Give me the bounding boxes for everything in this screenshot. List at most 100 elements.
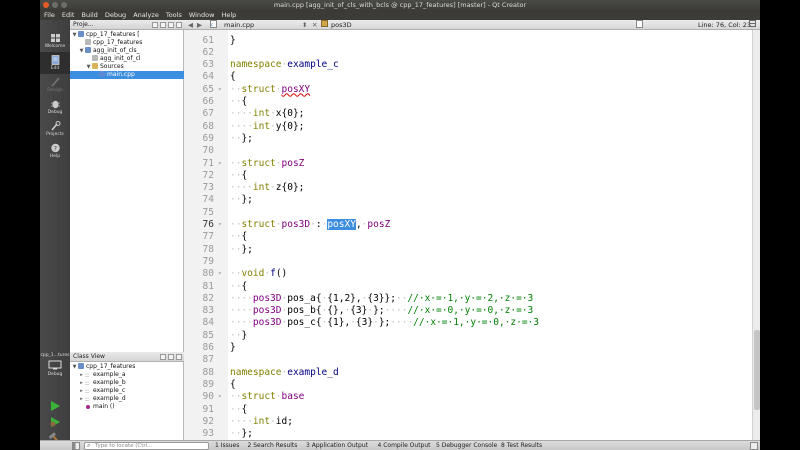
output-tab-3[interactable]: 3 Application Output — [306, 441, 368, 450]
mode-debug-button[interactable]: Debug — [40, 96, 70, 118]
menu-item-help[interactable]: Help — [221, 11, 236, 20]
split-icon[interactable] — [168, 22, 174, 28]
close-window-button[interactable] — [43, 2, 49, 8]
class-tree-item[interactable]: ▸:: example_a — [70, 371, 184, 379]
scrollbar-thumb[interactable] — [754, 330, 760, 410]
project-tree-item[interactable]: ▼ cpp_17_features [ — [70, 31, 184, 39]
cursor-position[interactable]: Line: 76, Col: 23 — [698, 20, 751, 30]
code-line[interactable]: 81 ··{ — [184, 281, 744, 293]
menu-item-tools[interactable]: Tools — [166, 11, 182, 20]
expand-arrow-icon[interactable]: ▸ — [78, 387, 85, 395]
code-line[interactable]: 89 { — [184, 379, 744, 391]
code-line[interactable]: 70 — [184, 145, 744, 157]
code-line[interactable]: 79 — [184, 256, 744, 268]
output-tab-5[interactable]: 5 Debugger Console — [436, 441, 497, 450]
expand-arrow-icon[interactable]: ▼ — [71, 363, 78, 371]
code-line[interactable]: 75 — [184, 207, 744, 219]
code-line[interactable]: 90 ▾ ··struct·base — [184, 391, 744, 403]
code-line[interactable]: 72 ··{ — [184, 170, 744, 182]
code-line[interactable]: 82 ····pos3D·pos_a{·{1,2},·{3}};··//·x·=·… — [184, 293, 744, 305]
class-tree-item[interactable]: ▸:: example_b — [70, 379, 184, 387]
open-file-combo[interactable]: main.cpp — [224, 20, 254, 30]
mode-help-button[interactable]: ? Help — [40, 140, 70, 162]
project-tree-item[interactable]: cpp_17_features — [70, 39, 184, 47]
forward-icon[interactable]: ▶ — [197, 20, 202, 30]
file-combo-chevron-icon[interactable]: ⬍ — [302, 20, 307, 30]
code-line[interactable]: 88 namespace·example_d — [184, 367, 744, 379]
split-editor-icon[interactable] — [749, 20, 756, 30]
code-line[interactable]: 84 ····pos3D·pos_c{·{1},·{3}·};····//·x·=… — [184, 317, 744, 329]
code-line[interactable]: 63 namespace·example_c — [184, 59, 744, 71]
class-tree-item[interactable]: ▸:: example_c — [70, 387, 184, 395]
code-line[interactable]: 83 ····pos3D·pos_b{·{},·{3}·};····//·x·=·… — [184, 305, 744, 317]
mode-welcome-button[interactable]: Welcome — [40, 30, 70, 52]
code-line[interactable]: 65 ▾ ··struct·posXY — [184, 84, 744, 96]
code-line[interactable]: 62 — [184, 47, 744, 59]
code-line[interactable]: 74 ··}; — [184, 194, 744, 206]
close-pane-icon[interactable] — [176, 22, 182, 28]
code-line[interactable]: 61} — [184, 35, 744, 47]
code-line[interactable]: 92 ····int·id; — [184, 416, 744, 428]
class-tree-item[interactable]: main () — [70, 403, 184, 411]
code-line[interactable]: 91 ··{ — [184, 404, 744, 416]
fold-marker-icon[interactable]: ▾ — [218, 84, 222, 96]
class-tree-item[interactable]: ▸:: example_d — [70, 395, 184, 403]
filter-icon[interactable] — [152, 22, 158, 28]
menu-item-build[interactable]: Build — [81, 11, 97, 20]
close-file-icon[interactable]: ✕ — [312, 20, 317, 30]
project-tree-item[interactable]: main.cpp — [70, 71, 184, 79]
code-line[interactable]: 71 ▾ ··struct·posZ — [184, 158, 744, 170]
fold-marker-icon[interactable]: ▾ — [218, 219, 222, 231]
expand-arrow-icon[interactable]: ▸ — [78, 371, 85, 379]
expand-arrow-icon[interactable]: ▼ — [85, 63, 92, 71]
close-pane-icon[interactable] — [176, 354, 182, 360]
mode-projects-button[interactable]: Projects — [40, 118, 70, 140]
maximize-window-button[interactable] — [61, 2, 67, 8]
locator-input[interactable]: ⌕ Type to locate (Ctrl... — [84, 442, 209, 450]
code-line[interactable]: 85 ··} — [184, 330, 744, 342]
minimize-window-button[interactable] — [52, 2, 58, 8]
code-line[interactable]: 66 ··{ — [184, 96, 744, 108]
expand-arrow-icon[interactable]: ▼ — [78, 47, 85, 55]
menu-item-file[interactable]: File — [44, 11, 55, 20]
project-tree-item[interactable]: agg_init_of_cl — [70, 55, 184, 63]
output-tab-1[interactable]: 1 Issues — [215, 441, 239, 450]
link-icon[interactable] — [160, 22, 166, 28]
output-tab-4[interactable]: 4 Compile Output — [378, 441, 431, 450]
code-line[interactable]: 77 ··{ — [184, 231, 744, 243]
menu-item-debug[interactable]: Debug — [105, 11, 126, 20]
code-line[interactable]: 80 ▾ ··void·f() — [184, 268, 744, 280]
code-area[interactable]: 61} 62 63 namespace·example_c 64{65 ▾ ··struct… — [184, 30, 760, 440]
code-line[interactable]: 69 ··}; — [184, 133, 744, 145]
fold-marker-icon[interactable]: ▾ — [218, 268, 222, 280]
project-tree-item[interactable]: ▼ agg_init_of_cls_ — [70, 47, 184, 55]
expand-arrow-icon[interactable]: ▸ — [78, 395, 85, 403]
class-tree-item[interactable]: ▼ cpp_17_features — [70, 363, 184, 371]
code-line[interactable]: 93 ··}; — [184, 428, 744, 440]
code-line[interactable]: 86} — [184, 342, 744, 354]
expand-arrow-icon[interactable]: ▼ — [71, 31, 78, 39]
menu-item-edit[interactable]: Edit — [62, 11, 75, 20]
back-icon[interactable]: ◀ — [188, 20, 193, 30]
kit-selector[interactable]: cpp_1...tures Debug — [40, 353, 70, 377]
menu-item-analyze[interactable]: Analyze — [133, 11, 159, 20]
output-tab-2[interactable]: 2 Search Results — [248, 441, 298, 450]
expand-arrow-icon[interactable]: ▸ — [78, 379, 85, 387]
project-tree-item[interactable]: ▼ Sources — [70, 63, 184, 71]
code-line[interactable]: 87 — [184, 354, 744, 366]
code-line[interactable]: 78 ··}; — [184, 244, 744, 256]
code-line[interactable]: 76 ▾ ··struct·pos3D·:·posXY,·posZ — [184, 219, 744, 231]
code-line[interactable]: 68 ····int·y{0}; — [184, 121, 744, 133]
code-line[interactable]: 73 ····int·z{0}; — [184, 182, 744, 194]
toggle-sidebar-icon[interactable] — [72, 442, 80, 450]
fold-marker-icon[interactable]: ▾ — [218, 391, 222, 403]
menu-item-window[interactable]: Window — [189, 11, 215, 20]
vertical-scrollbar[interactable] — [752, 30, 760, 440]
toggle-output-icon[interactable] — [750, 442, 758, 450]
code-line[interactable]: 67 ····int·x{0}; — [184, 108, 744, 120]
run-button[interactable] — [49, 400, 61, 412]
split-icon[interactable] — [168, 354, 174, 360]
output-tab-6[interactable]: 8 Test Results — [501, 441, 542, 450]
fold-marker-icon[interactable]: ▾ — [218, 158, 222, 170]
debug-run-button[interactable] — [49, 416, 61, 428]
